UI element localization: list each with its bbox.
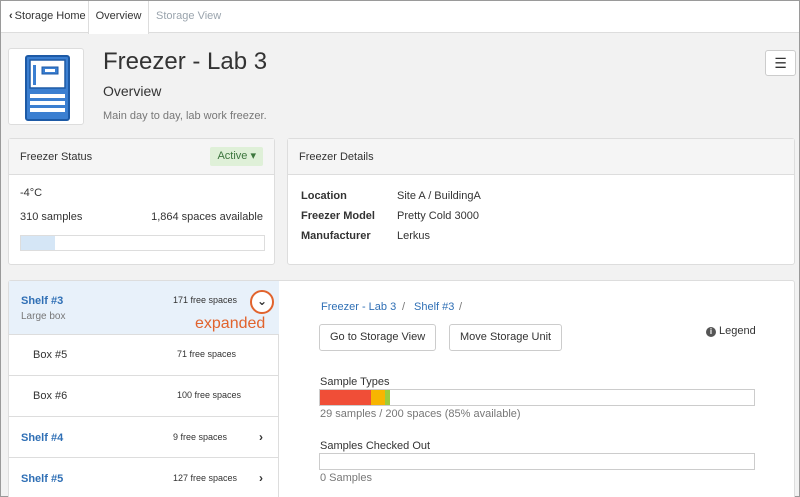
location-label: Location bbox=[301, 190, 347, 202]
move-storage-unit-button[interactable]: Move Storage Unit bbox=[449, 324, 563, 351]
status-dropdown-label: Active bbox=[217, 150, 248, 162]
page-subtitle: Overview bbox=[103, 83, 162, 99]
sample-types-bar bbox=[319, 389, 755, 406]
freezer-status-panel: Freezer Status Active ▾ -4°C 310 samples… bbox=[8, 138, 275, 265]
legend-button[interactable]: i Legend bbox=[706, 325, 756, 337]
manufacturer-value: Lerkus bbox=[397, 230, 431, 242]
shelf-row-3[interactable]: Shelf #3 Large box 171 free spaces ⌄ exp… bbox=[9, 281, 279, 335]
shelf-row-4[interactable]: Shelf #4 9 free spaces › bbox=[9, 417, 279, 458]
temperature: -4°C bbox=[20, 187, 43, 199]
capacity-bar bbox=[20, 235, 265, 251]
sample-type-segment bbox=[320, 390, 371, 405]
tab-storage-view[interactable]: Storage View bbox=[148, 1, 229, 33]
legend-label: Legend bbox=[719, 325, 756, 337]
breadcrumb-separator: / bbox=[459, 301, 463, 313]
breadcrumb-separator: / bbox=[402, 301, 406, 313]
freezer-status-title: Freezer Status bbox=[20, 151, 93, 163]
checked-out-label: Samples Checked Out bbox=[320, 440, 431, 452]
spaces-available: 1,864 spaces available bbox=[151, 211, 263, 223]
chevron-right-icon[interactable]: › bbox=[259, 471, 263, 485]
sample-types-label: Sample Types bbox=[320, 376, 390, 388]
freezer-details-panel: Freezer Details Location Site A / Buildi… bbox=[287, 138, 795, 265]
shelf-5-free: 127 free spaces bbox=[173, 473, 238, 483]
info-icon: i bbox=[706, 327, 716, 337]
caret-down-icon: ▾ bbox=[250, 150, 256, 162]
model-value: Pretty Cold 3000 bbox=[397, 210, 479, 222]
tab-storage-home-label: Storage Home bbox=[14, 10, 86, 22]
collapse-chevron-down-icon[interactable]: ⌄ bbox=[250, 290, 274, 314]
go-to-storage-view-button[interactable]: Go to Storage View bbox=[319, 324, 437, 351]
freezer-status-heading: Freezer Status Active ▾ bbox=[9, 139, 274, 175]
box-5-name: Box #5 bbox=[33, 349, 68, 361]
freezer-illustration bbox=[25, 55, 70, 121]
shelf-5-name[interactable]: Shelf #5 bbox=[21, 473, 63, 485]
checked-out-caption: 0 Samples bbox=[320, 472, 372, 484]
top-tab-bar: ‹ Storage Home Overview Storage View bbox=[1, 1, 799, 34]
freezer-icon bbox=[8, 48, 84, 125]
location-value: Site A / BuildingA bbox=[397, 190, 481, 202]
shelf-4-name[interactable]: Shelf #4 bbox=[21, 432, 63, 444]
capacity-bar-fill bbox=[21, 236, 56, 250]
freezer-details-heading: Freezer Details bbox=[288, 139, 794, 175]
status-dropdown[interactable]: Active ▾ bbox=[210, 147, 263, 166]
box-6-name: Box #6 bbox=[33, 390, 68, 402]
samples-count: 310 samples bbox=[20, 211, 83, 223]
tab-storage-home[interactable]: ‹ Storage Home bbox=[1, 1, 94, 33]
menu-button[interactable]: ☰ bbox=[765, 50, 796, 76]
shelf-3-name[interactable]: Shelf #3 bbox=[21, 295, 63, 307]
shelf-3-free: 171 free spaces bbox=[173, 295, 238, 305]
box-5-free: 71 free spaces bbox=[177, 349, 237, 359]
box-row-6[interactable]: Box #6 100 free spaces bbox=[9, 376, 279, 417]
sample-type-segment bbox=[385, 390, 391, 405]
tab-overview[interactable]: Overview bbox=[88, 1, 149, 34]
page-description: Main day to day, lab work freezer. bbox=[103, 110, 267, 122]
checked-out-bar bbox=[319, 453, 755, 470]
storage-panel: Shelf #3 Large box 171 free spaces ⌄ exp… bbox=[8, 280, 795, 497]
shelf-4-free: 9 free spaces bbox=[173, 432, 228, 442]
sample-type-segment bbox=[370, 390, 386, 405]
shelf-3-type: Large box bbox=[21, 311, 66, 322]
breadcrumb-shelf[interactable]: Shelf #3 bbox=[414, 301, 454, 313]
chevron-left-icon: ‹ bbox=[9, 10, 13, 22]
page-title: Freezer - Lab 3 bbox=[103, 48, 268, 75]
box-6-free: 100 free spaces bbox=[177, 390, 242, 400]
storage-unit-detail: Freezer - Lab 3 / Shelf #3 / Go to Stora… bbox=[279, 281, 796, 497]
shelf-row-5[interactable]: Shelf #5 127 free spaces › bbox=[9, 458, 279, 497]
expanded-annotation: expanded bbox=[195, 315, 266, 332]
hamburger-icon: ☰ bbox=[774, 55, 787, 71]
manufacturer-label: Manufacturer bbox=[301, 230, 371, 242]
shelf-list: Shelf #3 Large box 171 free spaces ⌄ exp… bbox=[9, 281, 279, 497]
model-label: Freezer Model bbox=[301, 210, 375, 222]
breadcrumb-freezer[interactable]: Freezer - Lab 3 bbox=[321, 301, 396, 313]
sample-types-caption: 29 samples / 200 spaces (85% available) bbox=[320, 408, 521, 420]
box-row-5[interactable]: Box #5 71 free spaces bbox=[9, 335, 279, 376]
chevron-right-icon[interactable]: › bbox=[259, 430, 263, 444]
